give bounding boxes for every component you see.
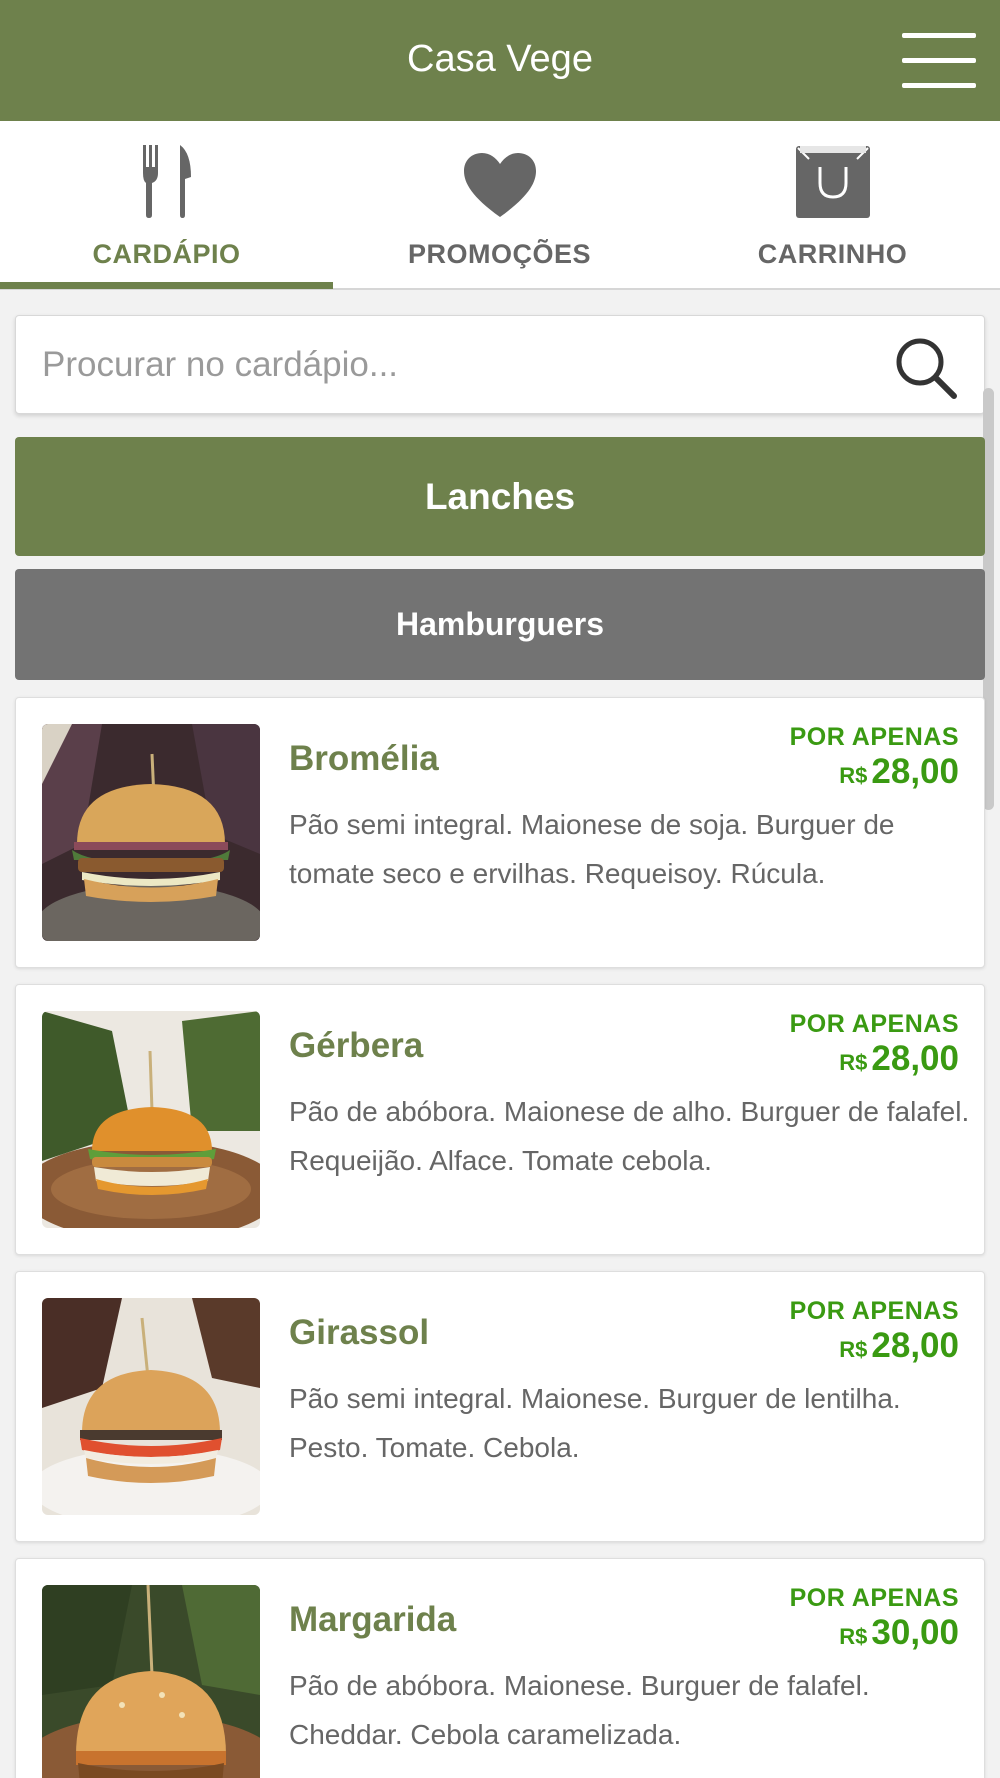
price-block: POR APENAS R$ 28,00: [790, 724, 959, 798]
menu-item-card[interactable]: Girassol POR APENAS R$ 28,00 Pão semi int…: [15, 1271, 985, 1542]
item-description: Pão semi integral. Maionese. Burguer de …: [289, 1383, 901, 1463]
active-tab-indicator: [0, 282, 333, 289]
item-photo: [42, 1298, 260, 1515]
tab-promocoes[interactable]: PROMOÇÕES: [333, 121, 666, 288]
item-photo: [42, 1585, 260, 1778]
price-caption: POR APENAS: [789, 723, 959, 751]
price-value: 30,00: [871, 1613, 959, 1652]
search-input[interactable]: [42, 338, 862, 392]
item-description: Pão de abóbora. Maionese de alho. Burgue…: [289, 1096, 970, 1176]
item-photo: [42, 724, 260, 941]
price-value: 28,00: [871, 752, 959, 791]
item-name: Bromélia: [289, 739, 439, 778]
price-block: POR APENAS R$ 30,00: [790, 1585, 959, 1659]
app-header: Casa Vege: [0, 0, 1000, 121]
item-description: Pão semi integral. Maionese de soja. Bur…: [289, 809, 895, 889]
item-name: Margarida: [289, 1600, 457, 1639]
heart-icon: [333, 143, 666, 219]
item-name: Girassol: [289, 1313, 430, 1352]
item-name: Gérbera: [289, 1026, 424, 1065]
price-currency: R$: [839, 1337, 868, 1362]
item-description: Pão de abóbora. Maionese. Burguer de fal…: [289, 1670, 870, 1750]
tab-cardapio[interactable]: CARDÁPIO: [0, 121, 333, 289]
app-title: Casa Vege: [407, 38, 593, 80]
price-currency: R$: [839, 1050, 868, 1075]
price-currency: R$: [839, 763, 868, 788]
price-value: 28,00: [871, 1326, 959, 1365]
tab-bar: CARDÁPIO PROMOÇÕES CARRINHO: [0, 121, 1000, 290]
fork-knife-icon: [0, 143, 333, 219]
tab-label-promocoes: PROMOÇÕES: [407, 239, 592, 269]
menu-item-card[interactable]: Bromélia POR APENAS R$ 28,00 Pão semi int…: [15, 697, 985, 968]
item-photo: [42, 1011, 260, 1228]
search-icon[interactable]: [892, 334, 960, 402]
price-caption: POR APENAS: [789, 1584, 959, 1612]
price-block: POR APENAS R$ 28,00: [790, 1298, 959, 1372]
price-currency: R$: [839, 1624, 868, 1649]
search-bar: [15, 315, 985, 414]
price-caption: POR APENAS: [789, 1297, 959, 1325]
tab-label-cardapio: CARDÁPIO: [92, 239, 241, 269]
price-caption: POR APENAS: [789, 1010, 959, 1038]
hamburger-menu-icon[interactable]: [902, 33, 976, 88]
shopping-bag-icon: [666, 143, 999, 219]
menu-item-card[interactable]: Margarida POR APENAS R$ 30,00 Pão de abób…: [15, 1558, 985, 1778]
subcategory-header[interactable]: Hamburguers: [15, 569, 985, 680]
tab-label-carrinho: CARRINHO: [757, 239, 908, 269]
price-block: POR APENAS R$ 28,00: [790, 1011, 959, 1085]
price-value: 28,00: [871, 1039, 959, 1078]
tab-carrinho[interactable]: CARRINHO: [666, 121, 999, 288]
menu-item-card[interactable]: Gérbera POR APENAS R$ 28,00 Pão de abóbor…: [15, 984, 985, 1255]
category-header[interactable]: Lanches: [15, 437, 985, 556]
